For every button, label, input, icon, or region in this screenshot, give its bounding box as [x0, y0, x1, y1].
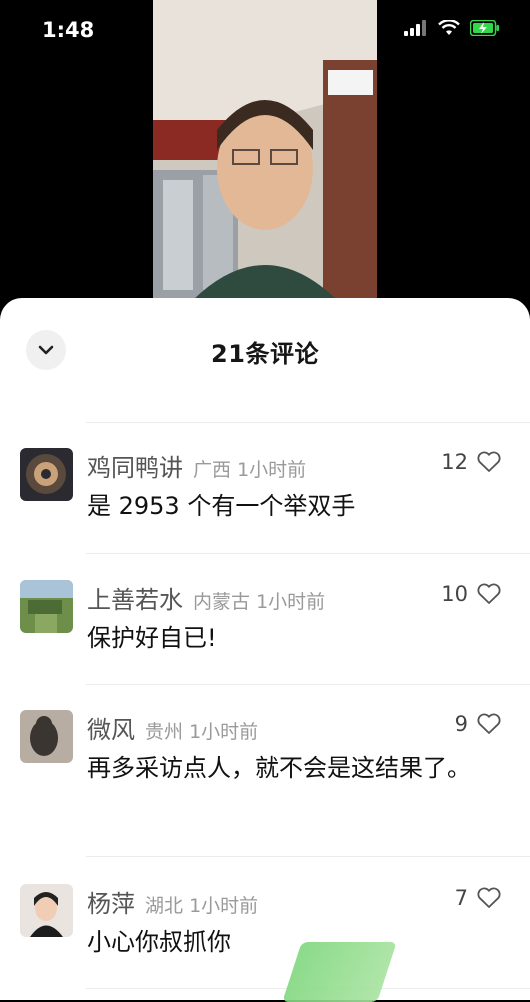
comment-location: 内蒙古 [193, 591, 251, 613]
comment-meta: 上善若水 内蒙古 1小时前 [87, 580, 325, 615]
like-count: 12 [441, 450, 468, 474]
heart-outline-icon [477, 451, 501, 472]
comments-sheet: 21条评论 鸡同鸭讲 广西 1小时前 是 2953 个有一个举双手 12 上善若… [0, 298, 530, 1000]
like-count: 7 [454, 886, 468, 910]
comment-location-time: 湖北 1小时前 [145, 891, 258, 918]
comment-location-time: 内蒙古 1小时前 [193, 587, 325, 614]
comment-username[interactable]: 微风 [87, 710, 135, 745]
divider [86, 856, 530, 857]
comment-username[interactable]: 上善若水 [87, 580, 183, 615]
heart-outline-icon [477, 583, 501, 604]
comment-time: 1小时前 [189, 895, 259, 917]
comment-location: 广西 [193, 459, 232, 481]
status-icons [404, 20, 500, 36]
comment-time: 1小时前 [189, 721, 259, 743]
comment-location: 贵州 [145, 721, 184, 743]
comment-location-time: 广西 1小时前 [193, 455, 306, 482]
comment-text: 保护好自已! [87, 624, 217, 652]
comment-text: 再多采访点人，就不会是这结果了。 [87, 754, 471, 782]
status-bar: 1:48 [0, 0, 530, 64]
like-count: 9 [454, 712, 468, 736]
like-button[interactable]: 9 [455, 712, 502, 736]
signal-icon [404, 20, 426, 36]
decorative-overlay [282, 942, 397, 1002]
status-time: 1:48 [42, 18, 95, 42]
like-button[interactable]: 7 [455, 886, 502, 910]
divider [86, 422, 530, 423]
avatar[interactable] [20, 448, 73, 501]
comment-text: 是 2953 个有一个举双手 [87, 492, 356, 520]
avatar[interactable] [20, 580, 73, 633]
comment-time: 1小时前 [237, 459, 307, 481]
comment-location: 湖北 [145, 895, 184, 917]
comment-meta: 杨萍 湖北 1小时前 [87, 884, 258, 919]
like-count: 10 [441, 582, 468, 606]
comment-time: 1小时前 [256, 591, 326, 613]
heart-outline-icon [477, 713, 501, 734]
comment-username[interactable]: 杨萍 [87, 884, 135, 919]
battery-charging-icon [470, 20, 499, 36]
wifi-icon [438, 20, 460, 35]
like-button[interactable]: 10 [441, 582, 502, 606]
heart-outline-icon [477, 887, 501, 908]
comments-count-title: 21条评论 [211, 340, 319, 368]
comment-meta: 微风 贵州 1小时前 [87, 710, 258, 745]
avatar[interactable] [20, 884, 73, 937]
divider [86, 684, 530, 685]
comment-username[interactable]: 鸡同鸭讲 [87, 448, 183, 483]
like-button[interactable]: 12 [441, 450, 502, 474]
comment-location-time: 贵州 1小时前 [145, 717, 258, 744]
comment-meta: 鸡同鸭讲 广西 1小时前 [87, 448, 306, 483]
divider [86, 553, 530, 554]
avatar[interactable] [20, 710, 73, 763]
